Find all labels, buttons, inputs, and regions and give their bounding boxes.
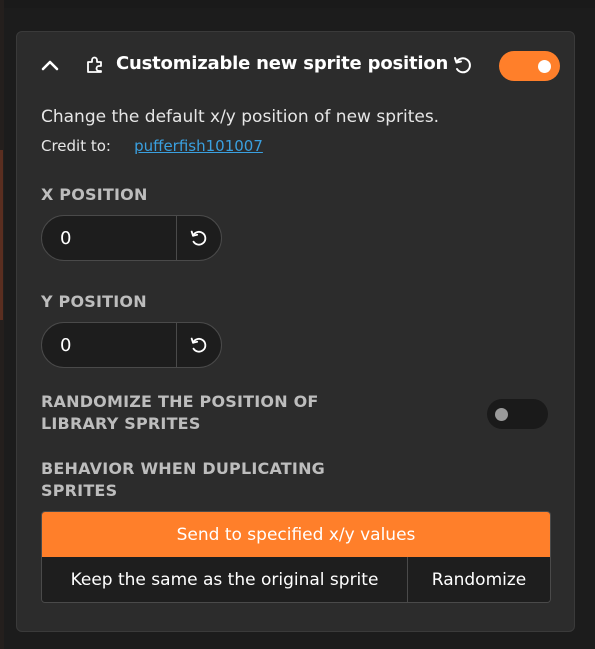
option-randomize[interactable]: Randomize bbox=[408, 557, 550, 602]
duplicate-behavior-select: Send to specified x/y values Keep the sa… bbox=[41, 511, 551, 603]
left-edge-strip bbox=[0, 0, 4, 649]
randomize-library-toggle[interactable] bbox=[487, 399, 548, 429]
addon-header: Customizable new sprite position bbox=[17, 32, 574, 100]
credit-row: Credit to: pufferfish101007 bbox=[41, 136, 263, 155]
chevron-up-icon[interactable] bbox=[39, 54, 61, 76]
randomize-library-label: RANDOMIZE THE POSITION OF LIBRARY SPRITE… bbox=[41, 391, 319, 435]
x-position-input[interactable] bbox=[42, 216, 176, 260]
y-position-group bbox=[41, 322, 222, 368]
addon-card: Customizable new sprite position Change … bbox=[16, 31, 575, 632]
addon-description: Change the default x/y position of new s… bbox=[41, 107, 440, 127]
reset-x-icon[interactable] bbox=[177, 216, 221, 260]
credit-label: Credit to: bbox=[41, 137, 111, 155]
y-position-label: Y POSITION bbox=[41, 292, 147, 311]
reset-addon-settings-icon[interactable] bbox=[451, 53, 475, 77]
duplicate-behavior-label-line2: SPRITES bbox=[41, 481, 118, 500]
option-send-to-specified[interactable]: Send to specified x/y values bbox=[42, 512, 550, 557]
left-edge-accent bbox=[0, 150, 3, 320]
toggle-knob bbox=[495, 408, 508, 421]
reset-y-icon[interactable] bbox=[177, 323, 221, 367]
option-keep-same[interactable]: Keep the same as the original sprite bbox=[42, 557, 407, 602]
toggle-knob bbox=[538, 60, 551, 73]
x-position-label: X POSITION bbox=[41, 185, 148, 204]
x-position-group bbox=[41, 215, 222, 261]
randomize-library-label-line2: LIBRARY SPRITES bbox=[41, 414, 201, 433]
option-row: Keep the same as the original sprite Ran… bbox=[42, 557, 550, 602]
addon-title: Customizable new sprite position bbox=[116, 53, 449, 74]
puzzle-piece-icon bbox=[84, 53, 106, 75]
page-background bbox=[0, 0, 595, 8]
duplicate-behavior-label-line1: BEHAVIOR WHEN DUPLICATING bbox=[41, 459, 325, 478]
credit-link[interactable]: pufferfish101007 bbox=[134, 137, 263, 155]
randomize-library-label-line1: RANDOMIZE THE POSITION OF bbox=[41, 392, 319, 411]
duplicate-behavior-label: BEHAVIOR WHEN DUPLICATING SPRITES bbox=[41, 458, 325, 502]
y-position-input[interactable] bbox=[42, 323, 176, 367]
addon-enable-toggle[interactable] bbox=[499, 51, 560, 81]
